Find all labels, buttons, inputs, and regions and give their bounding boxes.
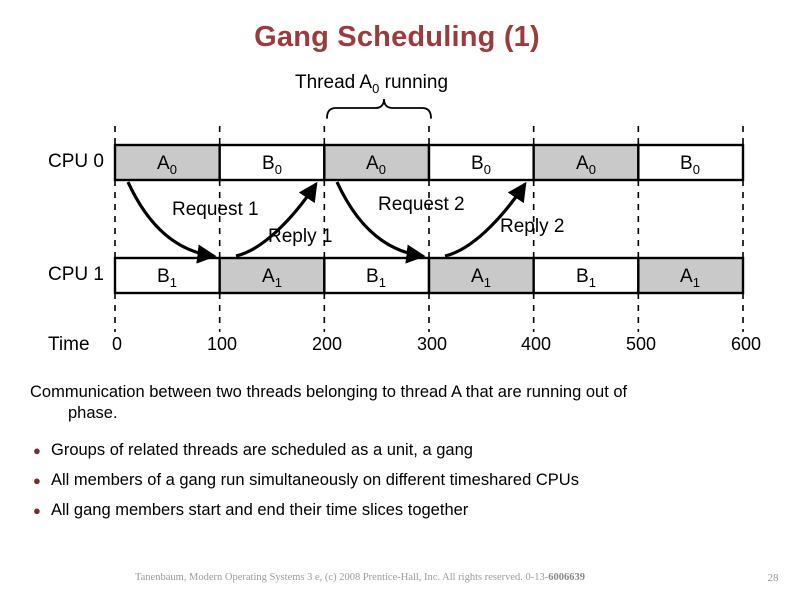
intro-line-2: phase. [68,404,118,422]
time-tick-5: 500 [626,334,656,354]
bullet-text-3: All gang members start and end their tim… [51,501,469,519]
time-tick-6: 600 [731,334,761,354]
bullet-item-1: ● Groups of related threads are schedule… [30,440,770,461]
row-label-cpu-0: CPU 0 [48,151,104,172]
time-tick-4: 400 [521,334,551,354]
row-cpu-1-cells [113,256,745,295]
row-label-cpu-1: CPU 1 [48,264,104,285]
diagram-svg: Thread A0 running CPU 0 A0 B0 A0 B0 A0 B… [48,72,761,355]
callout-suffix: running [379,72,448,93]
time-axis-ticks: 0 100 200 300 400 500 600 [112,334,761,354]
footer-credit-text: Tanenbaum, Modern Operating Systems 3 e,… [134,572,549,583]
callout-label: Thread A0 running [295,72,448,96]
time-tick-1: 100 [207,334,237,354]
bullet-text-1: Groups of related threads are scheduled … [51,441,473,459]
time-axis-label: Time [48,334,90,355]
footer-isbn: 6006639 [548,572,586,583]
time-tick-3: 300 [417,334,447,354]
bullet-marker-icon: ● [33,443,41,458]
bullet-marker-icon: ● [33,503,41,518]
callout-subscript: 0 [372,81,379,96]
row-cpu-0-cells [113,143,745,182]
time-tick-0: 0 [112,334,122,354]
page-title: Gang Scheduling (1) [254,21,540,53]
bullet-item-2: ● All members of a gang run simultaneous… [30,470,770,491]
annotation-request-2: Request 2 [378,194,465,215]
bullet-marker-icon: ● [33,473,41,488]
annotation-request-1: Request 1 [172,199,259,220]
gang-scheduling-diagram: Thread A0 running CPU 0 A0 B0 A0 B0 A0 B… [0,60,794,370]
callout-brace-icon [326,98,432,119]
bullet-text-2: All members of a gang run simultaneously… [51,471,579,489]
time-tick-2: 200 [312,334,342,354]
intro-paragraph: Communication between two threads belong… [30,382,770,424]
callout-prefix: Thread A [295,72,372,93]
page-number: 28 [767,572,779,584]
intro-line-1: Communication between two threads belong… [30,383,628,401]
annotation-reply-2: Reply 2 [500,216,564,237]
slide-body: Communication between two threads belong… [30,382,770,530]
bullet-item-3: ● All gang members start and end their t… [30,500,770,521]
footer-credit: Tanenbaum, Modern Operating Systems 3 e,… [0,572,720,583]
annotation-reply-1: Reply 1 [268,226,332,247]
